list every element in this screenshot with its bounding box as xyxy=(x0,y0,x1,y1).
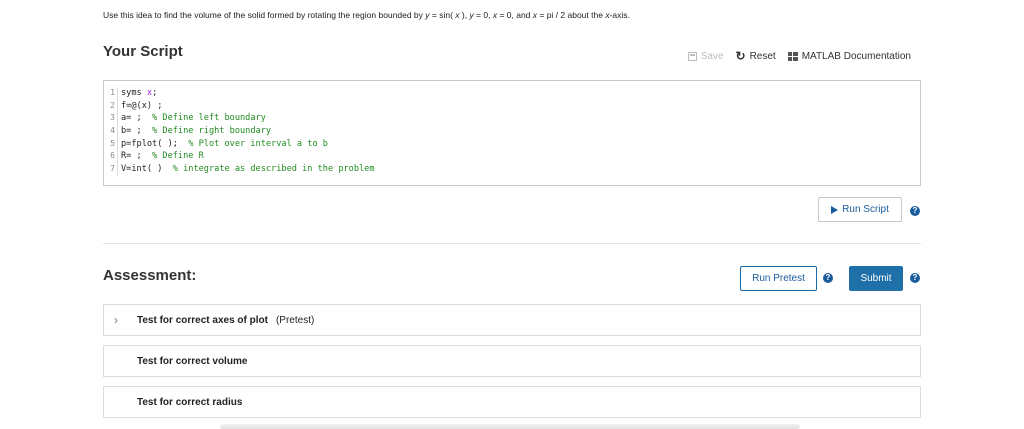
code-comment: % Plot over interval a to b xyxy=(188,138,328,149)
documentation-label: MATLAB Documentation xyxy=(801,50,911,62)
eq-part: = sin( xyxy=(429,10,456,20)
problem-statement: Use this idea to find the volume of the … xyxy=(103,10,630,20)
code-text: R= ; xyxy=(121,151,153,162)
chevron-right-icon[interactable]: › xyxy=(114,313,118,327)
code-text: ; xyxy=(152,88,158,98)
test-row-volume: Test for correct volume xyxy=(103,345,921,377)
submit-button[interactable]: Submit xyxy=(849,266,903,291)
eq-part: = 0, and xyxy=(497,10,533,20)
script-title: Your Script xyxy=(103,43,183,60)
code-line[interactable]: V=int( ) % integrate as described in the… xyxy=(121,163,375,176)
run-script-label: Run Script xyxy=(842,204,889,215)
line-number: 6 xyxy=(104,150,118,164)
save-icon xyxy=(687,51,697,61)
reset-button[interactable]: ↻ Reset xyxy=(736,50,776,62)
code-comment: % Define R xyxy=(152,151,204,162)
code-line[interactable]: a= ; % Define left boundary xyxy=(121,112,375,125)
code-text: f=@(x) ; xyxy=(121,100,163,111)
script-toolbar: Save ↻ Reset MATLAB Documentation xyxy=(687,50,911,62)
line-number: 1 xyxy=(104,87,118,100)
assessment-title: Assessment: xyxy=(103,267,197,284)
code-line[interactable]: b= ; % Define right boundary xyxy=(121,125,375,138)
documentation-icon xyxy=(787,51,798,61)
eq-part: = 0, xyxy=(473,10,493,20)
test-name-text: Test for correct axes of plot xyxy=(137,315,268,326)
code-text: b= ; xyxy=(121,126,153,137)
test-name: Test for correct volume xyxy=(137,356,248,367)
run-script-help-icon[interactable]: ? xyxy=(910,206,920,216)
line-number: 2 xyxy=(104,99,118,113)
code-line[interactable]: syms x; xyxy=(121,87,375,100)
test-row-axes[interactable]: › Test for correct axes of plot (Pretest) xyxy=(103,304,921,336)
eq-part: ), xyxy=(459,10,470,20)
code-comment: % integrate as described in the problem xyxy=(172,164,375,175)
line-number: 3 xyxy=(104,112,118,126)
run-pretest-help-icon[interactable]: ? xyxy=(823,273,833,283)
code-text: p=fplot( ); xyxy=(121,138,189,149)
code-line[interactable]: p=fplot( ); % Plot over interval a to b xyxy=(121,138,375,151)
pretest-tag: (Pretest) xyxy=(275,315,315,326)
line-number: 4 xyxy=(104,125,118,138)
test-name: Test for correct radius xyxy=(137,397,243,408)
code-editor[interactable]: 1 2 3 4 5 6 7 syms x; f=@(x) ; a= ; % De… xyxy=(103,80,921,186)
code-line[interactable]: f=@(x) ; xyxy=(121,100,375,113)
code-lines[interactable]: syms x; f=@(x) ; a= ; % Define left boun… xyxy=(121,87,375,176)
section-divider xyxy=(103,243,921,244)
code-comment: % Define left boundary xyxy=(152,113,266,124)
test-row-radius: Test for correct radius xyxy=(103,386,921,418)
line-number: 5 xyxy=(104,137,118,151)
reset-icon: ↻ xyxy=(735,49,746,63)
code-text: a= ; xyxy=(121,113,153,124)
code-text: V=int( ) xyxy=(121,164,173,175)
line-number: 7 xyxy=(104,163,118,176)
run-script-button[interactable]: Run Script xyxy=(818,197,902,222)
eq-part: = pi / 2 about the xyxy=(537,10,606,20)
line-number-gutter: 1 2 3 4 5 6 7 xyxy=(104,87,118,176)
reset-label: Reset xyxy=(749,50,776,62)
matlab-documentation-link[interactable]: MATLAB Documentation xyxy=(787,50,911,62)
test-name: Test for correct axes of plot (Pretest) xyxy=(137,315,314,326)
problem-text: Use this idea to find the volume of the … xyxy=(103,10,426,20)
save-label: Save xyxy=(700,50,724,62)
code-comment: % Define right boundary xyxy=(152,126,272,137)
save-button[interactable]: Save xyxy=(687,50,724,62)
code-line[interactable]: R= ; % Define R xyxy=(121,150,375,163)
play-icon xyxy=(831,205,839,214)
code-text: syms xyxy=(121,88,147,98)
eq-part: -axis. xyxy=(609,10,630,20)
submit-help-icon[interactable]: ? xyxy=(910,273,920,283)
bottom-shadow xyxy=(220,424,800,429)
run-pretest-button[interactable]: Run Pretest xyxy=(740,266,817,291)
